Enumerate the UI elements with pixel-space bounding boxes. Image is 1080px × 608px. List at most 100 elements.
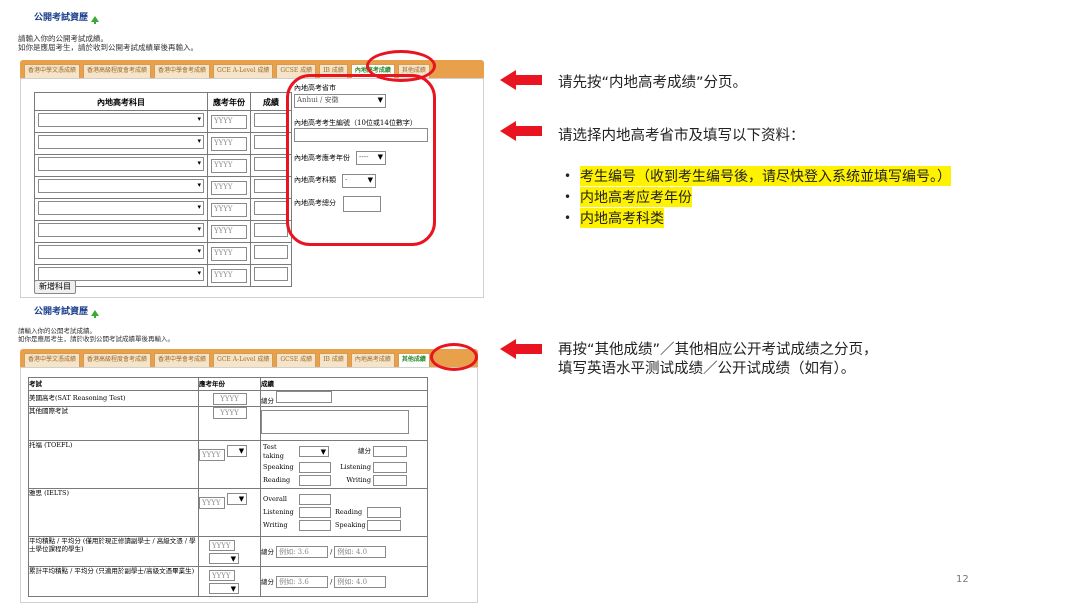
ielts-writing-input[interactable]	[299, 520, 331, 531]
toefl-year-input[interactable]: YYYY	[199, 449, 225, 461]
panel-title: 公開考試資歷	[34, 13, 100, 24]
cgpa-year-input[interactable]: YYYY	[209, 569, 235, 581]
row-toefl: 托福 (TOEFL)	[28, 440, 199, 489]
tab-hkal[interactable]: 香港高級程度會考成績	[83, 64, 152, 78]
subject-select[interactable]: ▾	[38, 245, 204, 259]
ielts-year-input[interactable]: YYYY	[199, 497, 225, 509]
toefl-listening-input[interactable]	[373, 461, 407, 473]
row-gpa: 平均積點 / 平均分 (僅用於現正修讀副學士 / 高級文憑 / 學士學位課程的學…	[28, 536, 199, 567]
step3-text: 再按“其他成绩”／其他相应公开考试成绩之分页， 填写英语水平测试成绩／公开试成绩…	[558, 342, 878, 377]
ielts-speaking-input[interactable]	[367, 520, 401, 531]
year-input[interactable]: YYYY	[211, 114, 247, 129]
toefl-speaking-input[interactable]	[299, 461, 331, 473]
toefl-writing-input[interactable]	[373, 474, 407, 486]
chevron-down-icon: ▾	[197, 181, 201, 189]
tab-hkcee[interactable]: 香港中學會考成績	[154, 353, 211, 367]
intro-text: 請輸入你的公開考試成績。 如你是應屆考生，請於收到公開考試成績單後再輸入。	[18, 34, 198, 53]
header-year: 應考年份	[198, 377, 261, 391]
subject-select[interactable]: ▾	[38, 223, 204, 237]
bullet-icon: •	[564, 211, 572, 225]
add-subject-button[interactable]: 新增科目	[34, 280, 76, 294]
tab-others[interactable]: 其他成績	[397, 353, 430, 367]
year-input[interactable]: YYYY	[211, 180, 247, 195]
score-input[interactable]	[254, 179, 288, 193]
year-input[interactable]: YYYY	[211, 268, 247, 283]
table-row: ▾ YYYY	[34, 176, 292, 199]
required-fields-list: • 考生编号（收到考生编号後，请尽快登入系统並填写编号。） • 内地高考应考年份 •…	[564, 166, 951, 229]
up-arrow-icon[interactable]	[91, 309, 100, 318]
gpa-max-input[interactable]: 例如: 4.0	[334, 545, 387, 558]
subject-select[interactable]: ▾	[38, 179, 204, 193]
list-item: • 内地高考应考年份	[564, 187, 951, 207]
year-input[interactable]: YYYY	[211, 202, 247, 217]
cgpa-max-input[interactable]: 例如: 4.0	[334, 575, 387, 588]
chevron-down-icon: ▾	[197, 137, 201, 145]
tab-gcse[interactable]: GCSE 成績	[276, 353, 317, 367]
table-row: ▾ YYYY	[34, 132, 292, 155]
chevron-down-icon: ▾	[197, 225, 201, 233]
col-year: 應考年份	[207, 92, 251, 111]
score-input[interactable]	[254, 113, 288, 127]
subject-select[interactable]: ▾	[38, 135, 204, 149]
list-item: • 考生编号（收到考生编号後，请尽快登入系统並填写编号。）	[564, 166, 951, 186]
tab-hkdse[interactable]: 香港中學文憑成績	[24, 64, 81, 78]
tab-hkdse[interactable]: 香港中學文憑成績	[24, 353, 81, 367]
toefl-total-input[interactable]	[373, 446, 407, 457]
gpa-month-select[interactable]: ▼	[209, 552, 239, 564]
up-arrow-icon[interactable]	[91, 15, 100, 24]
toefl-test-taking-select[interactable]: ▼	[299, 446, 329, 457]
score-input[interactable]	[254, 157, 288, 171]
subject-select[interactable]: ▾	[38, 157, 204, 171]
year-input[interactable]: YYYY	[211, 246, 247, 261]
chevron-down-icon: ▼	[320, 448, 326, 456]
score-input[interactable]	[254, 267, 288, 281]
year-input[interactable]: YYYY	[211, 224, 247, 239]
other-year-input[interactable]: YYYY	[212, 407, 247, 419]
chevron-down-icon: ▾	[197, 247, 201, 255]
chevron-down-icon: ▼	[230, 584, 236, 593]
tab-bar: 香港中學文憑成績 香港高級程度會考成績 香港中學會考成績 GCE A-Level…	[20, 349, 478, 367]
gpa-year-input[interactable]: YYYY	[209, 539, 235, 551]
col-subject: 內地高考科目	[34, 92, 208, 111]
other-exams-table: 考試 應考年份 成績 美國高考(SAT Reasoning Test) YYYY…	[28, 377, 428, 597]
toefl-month-select[interactable]: ▼	[227, 445, 248, 457]
subject-table: 內地高考科目 應考年份 成績 ▾ YYYY ▾ YYYY ▾ YYYY ▾ YYYY ▾ YYYY…	[34, 92, 292, 287]
subject-select[interactable]: ▾	[38, 267, 204, 281]
ielts-listening-input[interactable]	[299, 507, 331, 518]
subject-select[interactable]: ▾	[38, 113, 204, 127]
table-row: ▾ YYYY	[34, 110, 292, 133]
tab-gce-alevel[interactable]: GCE A-Level 成績	[213, 353, 274, 367]
table-row: ▾ YYYY	[34, 198, 292, 221]
header-exam: 考試	[28, 377, 199, 391]
tab-ib[interactable]: IB 成績	[319, 353, 348, 367]
gpa-score-input[interactable]: 例如: 3.6	[276, 545, 329, 558]
highlight-rect-gaokao-form	[286, 74, 436, 246]
score-input[interactable]	[254, 135, 288, 149]
chevron-down-icon: ▾	[197, 115, 201, 123]
cgpa-score-input[interactable]: 例如: 3.6	[276, 575, 329, 588]
cgpa-month-select[interactable]: ▼	[209, 582, 239, 594]
tab-hkcee[interactable]: 香港中學會考成績	[154, 64, 211, 78]
sat-year-input[interactable]: YYYY	[212, 392, 247, 405]
chevron-down-icon: ▾	[197, 269, 201, 277]
year-input[interactable]: YYYY	[211, 136, 247, 151]
score-input[interactable]	[254, 223, 288, 237]
toefl-reading-input[interactable]	[299, 474, 331, 486]
panel-other-exams: 公開考試資歷 請輸入你的公開考試成績。 如你是應屆考生，請於收到公開考試成績單後…	[14, 305, 484, 605]
intro-text: 請輸入你的公開考試成績。 如你是應屆考生，請於收到公開考試成績單後再輸入。	[18, 327, 174, 344]
tab-hkal[interactable]: 香港高級程度會考成績	[83, 353, 152, 367]
ielts-month-select[interactable]: ▼	[227, 493, 248, 505]
tab-mainland-gaokao[interactable]: 內地高考成績	[350, 353, 395, 367]
tab-gce-alevel[interactable]: GCE A-Level 成績	[213, 64, 274, 78]
ielts-reading-input[interactable]	[367, 507, 401, 518]
chevron-down-icon: ▾	[197, 159, 201, 167]
panel-title: 公開考試資歷	[34, 307, 100, 318]
year-input[interactable]: YYYY	[211, 158, 247, 173]
subject-select[interactable]: ▾	[38, 201, 204, 215]
red-arrow-icon	[500, 121, 542, 141]
score-input[interactable]	[254, 201, 288, 215]
other-score-textarea[interactable]	[261, 410, 409, 435]
score-input[interactable]	[254, 245, 288, 259]
sat-score-input[interactable]	[276, 391, 333, 404]
ielts-overall-input[interactable]	[299, 494, 331, 505]
